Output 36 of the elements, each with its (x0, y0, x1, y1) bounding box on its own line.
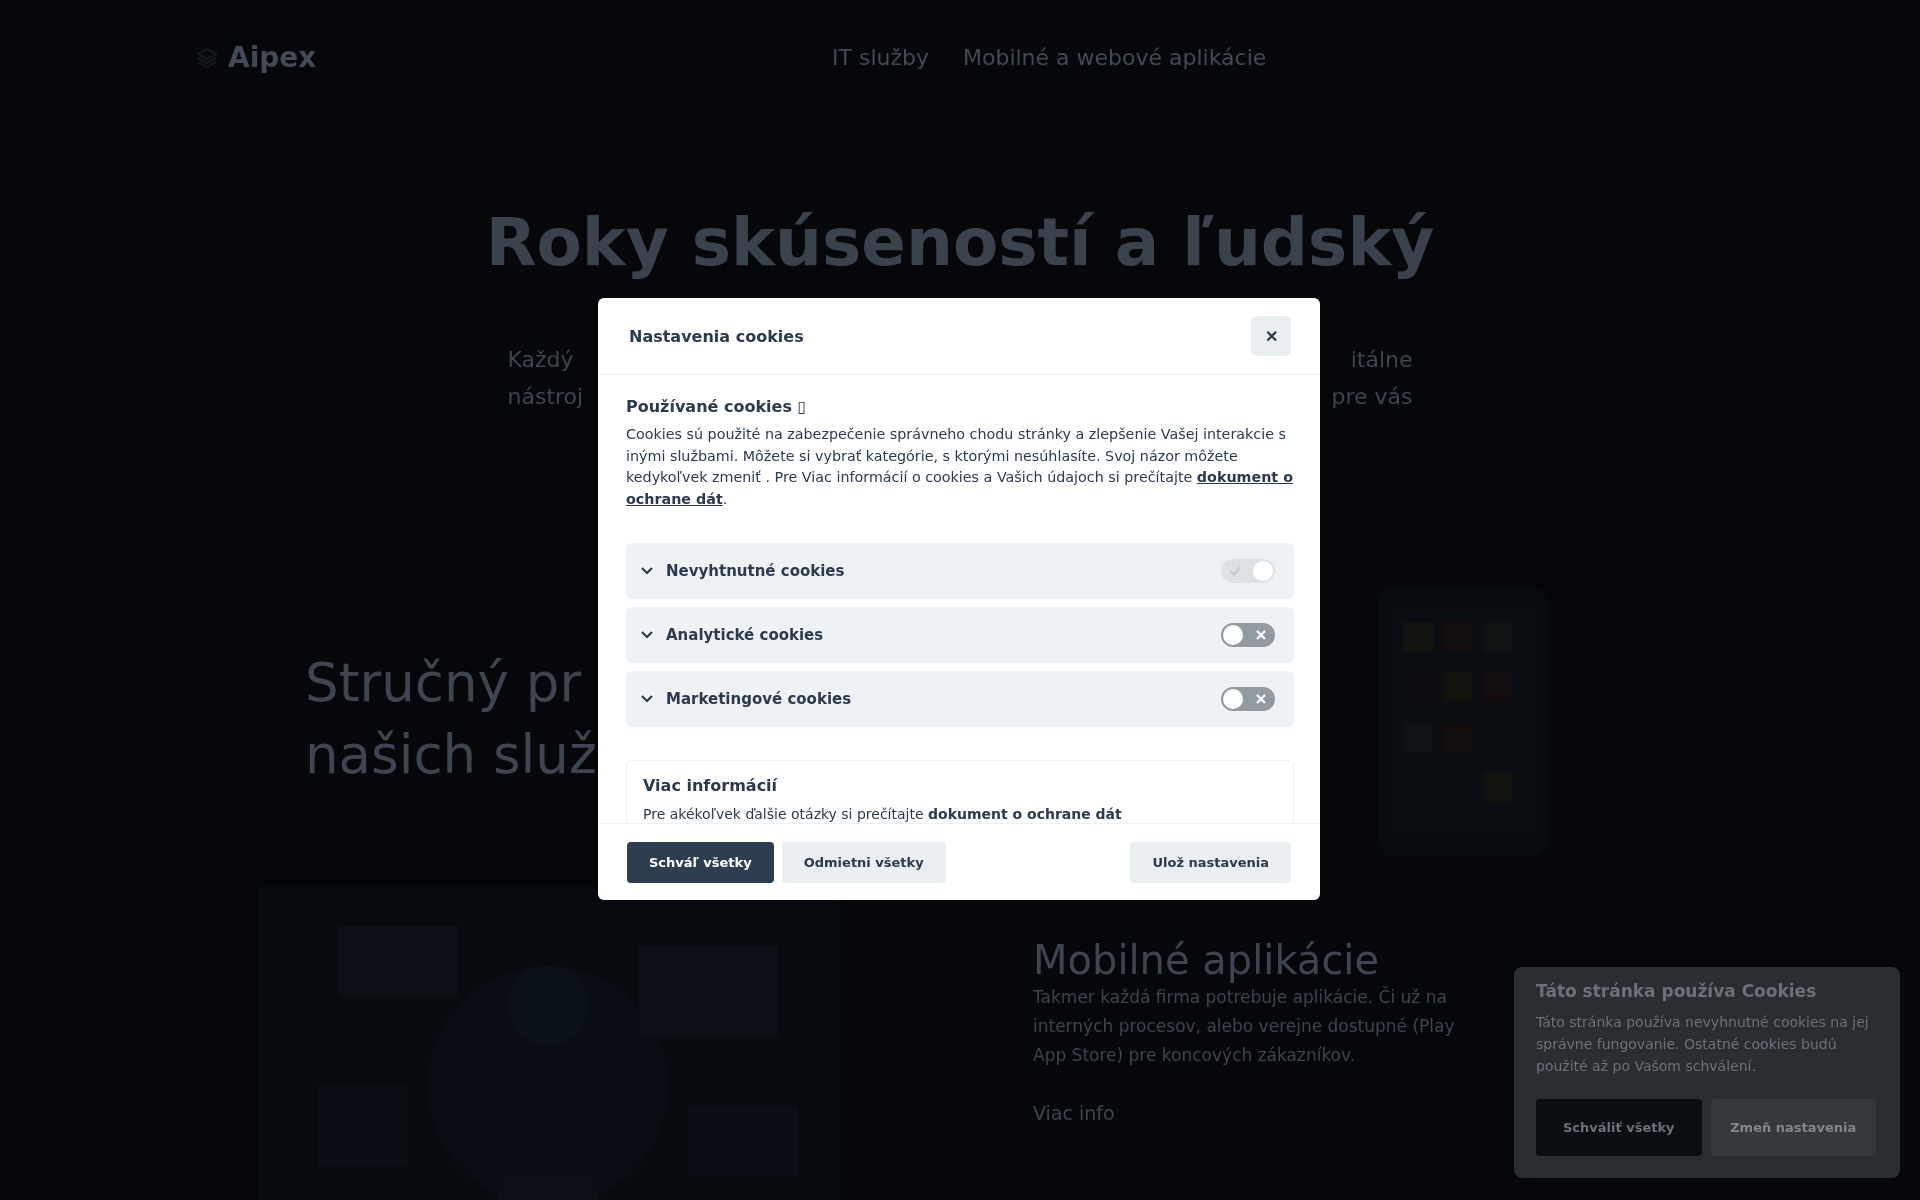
section-text: interných procesov, alebo verejne dostupné (Play (1033, 1015, 1455, 1038)
save-settings-button[interactable]: Ulož nastavenia (1130, 841, 1291, 883)
chevron-icon (640, 566, 654, 576)
section-title: Používané cookies ▯ (626, 397, 808, 416)
toggle-switch[interactable] (1221, 623, 1275, 647)
section-heading: Mobilné aplikácie (1033, 937, 1380, 983)
category-row[interactable]: Marketingové cookies (626, 671, 1294, 727)
close-button[interactable]: ✕ (1251, 316, 1291, 356)
chevron-icon (640, 694, 654, 704)
check-icon (1228, 564, 1242, 578)
dialog-title: Nastavenia cookies (629, 326, 804, 346)
category-label: Analytické cookies (666, 626, 825, 644)
cross-icon (1254, 692, 1268, 706)
section-heading: Stručný pr (305, 651, 582, 715)
section-heading: našich služ (305, 723, 597, 787)
hero-heading: Roky skúseností a ľudský (485, 205, 1435, 281)
toggle-switch[interactable] (1221, 687, 1275, 711)
cross-icon (1254, 628, 1268, 642)
category-label: Nevyhtnutné cookies (666, 562, 846, 580)
hero-text: Každý (507, 346, 574, 374)
hero-text: itálne (1350, 346, 1413, 374)
section-text: App Store) pre koncových zákazníkov. (1033, 1044, 1356, 1067)
accept-all-button[interactable]: Schváľ všetky (627, 841, 774, 883)
chevron-icon (640, 630, 654, 640)
hero-text: pre vás (1331, 383, 1413, 411)
banner-text: Táto stránka používa nevyhnutné cookies na jej správne fungovanie. Ostatné cookies budú použité až po Vašom schválení. (1536, 1013, 1870, 1076)
banner-title: Táto stránka používa Cookies (1536, 981, 1818, 1001)
category-label: Marketingové cookies (666, 690, 853, 708)
info-title: Viac informácií (643, 776, 779, 795)
accept-all-button[interactable]: Schváliť všetky (1536, 1099, 1702, 1156)
hero-text: nástroj (507, 383, 584, 411)
section-text: Cookies sú použité na zabezpečenie správneho chodu stránky a zlepšenie Vašej interakcie s inými službami. Môžete si vybrať kategórie, s ktorými nesúhlasíte. Svoj názor môžete kedykoľvek zmeniť . Pre Viac informácií o cookies a Vašich údajoch si prečítajte dokument o ochrane dát. (626, 425, 1294, 509)
category-row[interactable]: Analytické cookies (626, 607, 1294, 663)
info-text: Pre akékoľvek ďalšie otázky si prečítajte dokument o ochrane dát (643, 806, 1123, 822)
reject-all-button[interactable]: Odmietni všetky (781, 841, 946, 883)
section-text: Takmer každá firma potrebuje aplikácie. Či už na (1033, 985, 1447, 1009)
